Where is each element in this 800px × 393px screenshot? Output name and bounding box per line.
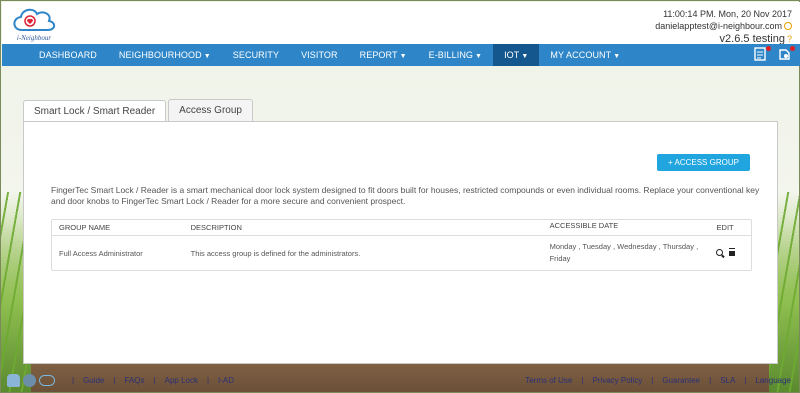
nav-e-billing[interactable]: E-BILLING ▼ bbox=[418, 44, 493, 66]
search-icon[interactable] bbox=[715, 248, 723, 256]
cloud-icon[interactable] bbox=[39, 374, 55, 386]
nav-visitor[interactable]: VISITOR bbox=[290, 44, 349, 66]
unread-badge bbox=[790, 46, 795, 51]
session-info: 11:00:14 PM. Mon, 20 Nov 2017 danielappt… bbox=[655, 8, 792, 45]
top-header: i-Neighbour 11:00:14 PM. Mon, 20 Nov 201… bbox=[2, 2, 800, 45]
cell-group-name: Full Access Administrator bbox=[59, 248, 143, 258]
main-nav: DASHBOARD NEIGHBOURHOOD ▼ SECURITY VISITO… bbox=[2, 44, 800, 66]
footer-link-terms[interactable]: Terms of Use bbox=[525, 376, 572, 385]
brand-name: i-Neighbour bbox=[17, 34, 51, 42]
cell-accessible-date: Monday , Tuesday , Wednesday , Thursday … bbox=[549, 242, 699, 263]
nav-neighbourhood[interactable]: NEIGHBOURHOOD ▼ bbox=[108, 44, 222, 66]
col-description: DESCRIPTION bbox=[190, 223, 242, 232]
footer-link-guarantee[interactable]: Guarantee bbox=[662, 376, 700, 385]
datetime: 11:00:14 PM. Mon, 20 Nov 2017 bbox=[663, 9, 792, 19]
col-accessible-date: ACCESSIBLE DATE bbox=[549, 221, 619, 230]
power-icon[interactable] bbox=[784, 22, 792, 30]
main-content: Smart Lock / Smart Reader Access Group +… bbox=[23, 99, 778, 364]
footer: | Guide | FAQs | App Lock | I-AD Terms o… bbox=[2, 367, 800, 393]
caret-down-icon: ▼ bbox=[399, 53, 407, 60]
footer-link-i-ad[interactable]: I-AD bbox=[218, 376, 234, 385]
user-email: danielapptest@i-neighbour.com bbox=[655, 21, 782, 31]
caret-down-icon: ▼ bbox=[475, 53, 483, 60]
notification-icon[interactable] bbox=[776, 46, 795, 63]
table-row: Full Access Administrator This access gr… bbox=[52, 236, 751, 270]
nav-iot[interactable]: IOT ▼ bbox=[493, 44, 540, 66]
unread-badge bbox=[766, 46, 771, 51]
tab-smart-lock[interactable]: Smart Lock / Smart Reader bbox=[23, 100, 167, 122]
footer-link-guide[interactable]: Guide bbox=[83, 376, 104, 385]
nav-my-account[interactable]: MY ACCOUNT ▼ bbox=[539, 44, 631, 66]
nav-dashboard[interactable]: DASHBOARD bbox=[28, 44, 108, 66]
col-edit: EDIT bbox=[716, 223, 734, 232]
cell-edit bbox=[699, 248, 751, 258]
cell-description: This access group is defined for the adm… bbox=[190, 248, 361, 258]
apple-icon[interactable] bbox=[23, 373, 36, 387]
table-header: GROUP NAME DESCRIPTION ACCESSIBLE DATE E… bbox=[52, 220, 751, 236]
nav-report[interactable]: REPORT ▼ bbox=[349, 44, 418, 66]
notes-icon[interactable] bbox=[752, 46, 771, 63]
android-icon[interactable] bbox=[7, 373, 20, 387]
footer-link-faqs[interactable]: FAQs bbox=[125, 376, 145, 385]
footer-link-sla[interactable]: SLA bbox=[720, 376, 735, 385]
tab-bar: Smart Lock / Smart Reader Access Group bbox=[23, 99, 778, 122]
footer-link-app-lock[interactable]: App Lock bbox=[165, 376, 198, 385]
caret-down-icon: ▼ bbox=[613, 53, 621, 60]
add-access-group-button[interactable]: + ACCESS GROUP bbox=[657, 154, 750, 171]
i-neighbour-logo[interactable]: i-Neighbour bbox=[8, 4, 60, 44]
tab-panel: + ACCESS GROUP FingerTec Smart Lock / Re… bbox=[23, 121, 778, 364]
caret-down-icon: ▼ bbox=[203, 53, 211, 60]
smart-lock-description: FingerTec Smart Lock / Reader is a smart… bbox=[51, 185, 760, 206]
trash-icon[interactable] bbox=[728, 248, 735, 256]
tab-access-group[interactable]: Access Group bbox=[168, 99, 253, 121]
footer-link-privacy[interactable]: Privacy Policy bbox=[592, 376, 642, 385]
col-group-name: GROUP NAME bbox=[59, 223, 111, 232]
help-icon[interactable]: ? bbox=[787, 34, 792, 44]
footer-link-language[interactable]: Language bbox=[755, 376, 791, 385]
caret-down-icon: ▼ bbox=[521, 53, 529, 60]
access-group-table: GROUP NAME DESCRIPTION ACCESSIBLE DATE E… bbox=[51, 219, 752, 271]
nav-security[interactable]: SECURITY bbox=[222, 44, 290, 66]
